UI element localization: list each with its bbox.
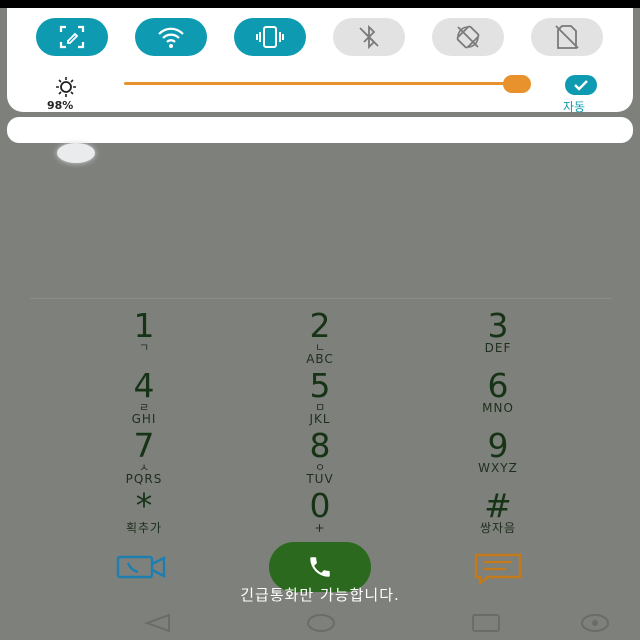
dialpad-key-1[interactable]: 1ㄱ — [84, 306, 204, 354]
bluetooth-off-icon — [359, 24, 379, 50]
key-letters: MNO — [482, 401, 514, 415]
screen-capture-icon — [59, 25, 85, 49]
auto-brightness-label: 자동 — [563, 100, 586, 114]
key-letters: 획추가 — [125, 521, 163, 535]
key-letters: PQRS — [125, 472, 163, 486]
key-letters: 쌍자음 — [479, 521, 517, 535]
key-digit: 3 — [487, 306, 509, 345]
key-digit: * — [135, 486, 153, 525]
brightness-icon — [56, 77, 76, 97]
dialpad-key-6[interactable]: 6 MNO — [438, 366, 558, 415]
key-digit: 4 — [133, 366, 155, 405]
notification-bar[interactable] — [7, 117, 633, 143]
key-digit: 2 — [309, 306, 331, 345]
dialpad-key-4[interactable]: 4 ㄹ GHI — [84, 366, 204, 426]
key-digit: 1 — [133, 306, 155, 345]
emergency-call-only-text: 긴급통화만 가능합니다. — [240, 586, 400, 604]
key-letters: WXYZ — [478, 461, 518, 475]
rotation-toggle[interactable] — [432, 18, 504, 56]
drag-handle[interactable] — [57, 143, 95, 163]
dialpad-key-star[interactable]: * 획추가 — [84, 486, 204, 535]
key-letters: ABC — [306, 352, 334, 366]
status-bar — [0, 0, 640, 8]
dual-window-icon[interactable] — [580, 613, 610, 633]
vibrate-icon — [256, 26, 284, 48]
dialpad-key-5[interactable]: 5 ㅁ JKL — [260, 366, 380, 426]
key-digit: 0 — [309, 486, 331, 525]
key-letters: TUV — [306, 472, 334, 486]
recent-apps-icon[interactable] — [471, 613, 501, 633]
dialpad-key-7[interactable]: 7 ㅅ PQRS — [84, 426, 204, 486]
wifi-toggle[interactable] — [135, 18, 207, 56]
check-icon — [574, 80, 588, 91]
video-call-icon[interactable] — [116, 552, 168, 582]
dialpad-key-0[interactable]: 0 + — [260, 486, 380, 535]
screen-capture-toggle[interactable] — [36, 18, 108, 56]
key-letters: JKL — [309, 412, 331, 426]
vibrate-toggle[interactable] — [234, 18, 306, 56]
dialpad-divider — [30, 298, 612, 299]
sim-toggle[interactable] — [531, 18, 603, 56]
key-digit: 9 — [487, 426, 509, 465]
phone-icon — [310, 557, 330, 577]
auto-brightness-checkbox[interactable] — [565, 75, 597, 95]
key-digit: 5 — [309, 366, 331, 405]
dialpad-key-3[interactable]: 3 DEF — [438, 306, 558, 355]
brightness-slider-handle[interactable] — [503, 75, 531, 93]
bluetooth-toggle[interactable] — [333, 18, 405, 56]
brightness-slider-track[interactable] — [124, 82, 517, 85]
key-digit: 7 — [133, 426, 155, 465]
brightness-percent: 98% — [47, 99, 74, 112]
key-digit: 6 — [487, 366, 509, 405]
key-letters: GHI — [131, 412, 157, 426]
dialpad-key-9[interactable]: 9 WXYZ — [438, 426, 558, 475]
key-hangul-letter: ㄱ — [138, 341, 150, 354]
back-icon[interactable] — [143, 613, 173, 633]
message-icon[interactable] — [474, 552, 522, 584]
dialpad-key-2[interactable]: 2 ㄴ ABC — [260, 306, 380, 366]
key-letters: + — [314, 521, 326, 535]
key-letters: DEF — [484, 341, 512, 355]
dialpad-key-8[interactable]: 8 ㅇ TUV — [260, 426, 380, 486]
key-digit: # — [484, 486, 512, 525]
screen-rotation-off-icon — [456, 25, 480, 49]
no-sim-icon — [555, 25, 579, 49]
dialpad-key-hash[interactable]: # 쌍자음 — [438, 486, 558, 535]
key-digit: 8 — [309, 426, 331, 465]
quick-settings-panel: 98% 자동 — [7, 8, 633, 114]
wifi-icon — [158, 27, 184, 48]
home-icon[interactable] — [306, 613, 336, 633]
navigation-bar — [0, 606, 640, 640]
